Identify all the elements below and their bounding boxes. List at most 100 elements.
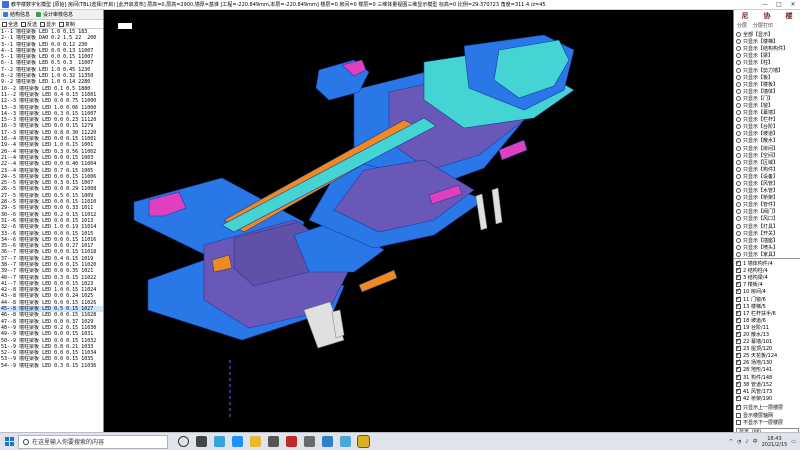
footer-option-2[interactable]: 显示楼层轴网	[736, 412, 799, 420]
filter-option[interactable]: 只显示【阀门】	[736, 208, 799, 215]
notification-icon[interactable]: ▭	[791, 439, 796, 445]
filter-option[interactable]: 只显示【房间】	[736, 145, 799, 152]
tray-chevron-icon[interactable]: ^	[729, 439, 733, 445]
radio-button[interactable]	[736, 181, 741, 187]
start-button[interactable]	[0, 433, 18, 450]
category-option[interactable]: 41 风管/173	[736, 388, 799, 395]
invert-select-button[interactable]: 反选	[21, 21, 37, 28]
building-model[interactable]	[104, 10, 733, 432]
app-icon-4[interactable]	[322, 436, 333, 447]
radio-button[interactable]	[736, 223, 741, 229]
list-item[interactable]: 54--9 墙柱梁板 LED 0.3 0.15 11036	[0, 363, 103, 369]
radio-button[interactable]	[736, 237, 741, 243]
list-item[interactable]: 26--5 墙柱梁板 LED 0.0 0.29 11008	[0, 186, 103, 192]
radio-button[interactable]	[736, 117, 741, 123]
filter-option[interactable]: 只显示【风管】	[736, 180, 799, 187]
list-item[interactable]: 36--7 墙柱梁板 LED 0.0 0.15 11018	[0, 249, 103, 255]
list-item[interactable]: 22--4 墙柱梁板 LED 0.0 0.40 11004	[0, 161, 103, 167]
checkbox[interactable]	[736, 303, 741, 309]
checkbox[interactable]	[736, 310, 741, 316]
filter-option[interactable]: 只显示【桥架】	[736, 194, 799, 201]
close-button[interactable]: ✕	[786, 0, 800, 10]
radio-button[interactable]	[736, 60, 741, 66]
network-icon[interactable]: ◔	[737, 439, 741, 445]
filter-option[interactable]: 只显示【剪力墙】	[736, 66, 799, 74]
header-tab-2[interactable]: 协	[764, 11, 771, 21]
checkbox[interactable]	[736, 295, 741, 302]
radio-button[interactable]	[736, 251, 741, 257]
footer-option-1[interactable]: 只显示上一层楼层	[736, 404, 799, 412]
category-option[interactable]: 2 结构柱/4	[736, 267, 799, 274]
category-option[interactable]: 3 结构梁/4	[736, 274, 799, 281]
radio-button[interactable]	[736, 102, 741, 108]
select-all-button[interactable]: 全选	[2, 21, 18, 28]
radio-button[interactable]	[736, 124, 741, 130]
filter-option[interactable]: 只显示【墙体】	[736, 88, 799, 95]
tab-design-review[interactable]: 设计审核信息	[33, 10, 76, 20]
filter-option[interactable]: 只显示【水管】	[736, 187, 799, 194]
category-option[interactable]: 7 楼板/4	[736, 281, 799, 288]
radio-button[interactable]	[736, 195, 741, 201]
list-item[interactable]: 19--4 墙柱梁板 LED 1.0 0.15 1001	[0, 142, 103, 148]
checkbox[interactable]	[736, 420, 741, 426]
checkbox[interactable]	[736, 345, 741, 352]
radio-button[interactable]	[736, 74, 741, 80]
checkbox[interactable]	[736, 324, 741, 330]
copy-button[interactable]: 复制	[59, 21, 75, 28]
radio-button[interactable]	[736, 88, 741, 94]
checkbox[interactable]	[736, 317, 741, 323]
filter-option[interactable]: 只显示【栏杆】	[736, 116, 799, 123]
radio-button[interactable]	[736, 81, 741, 87]
browser-icon[interactable]	[232, 436, 243, 447]
checkbox[interactable]	[736, 288, 741, 295]
app-icon-1[interactable]	[196, 436, 207, 447]
category-option[interactable]: 25 天花板/124	[736, 352, 799, 359]
active-app-icon[interactable]	[357, 435, 370, 448]
category-option[interactable]: 11 门窗/6	[736, 295, 799, 303]
radio-button[interactable]	[736, 202, 741, 208]
filter-option[interactable]: 只显示【空间】	[736, 152, 799, 159]
radio-button[interactable]	[736, 39, 741, 45]
radio-button[interactable]	[736, 230, 741, 236]
list-item[interactable]: 46--8 墙柱梁板 LED 0.0 0.15 11028	[0, 312, 103, 318]
filter-option[interactable]: 只显示【喷头】	[736, 244, 799, 251]
category-option[interactable]: 17 栏杆扶手/6	[736, 310, 799, 317]
filter-option[interactable]: 只显示【楼板】	[736, 81, 799, 88]
filter-option[interactable]: 只显示【台阶】	[736, 123, 799, 130]
category-option[interactable]: 20 散水/13	[736, 331, 799, 338]
filter-option[interactable]: 只显示【家具】	[736, 251, 799, 257]
filter-option[interactable]: 只显示【开关】	[736, 230, 799, 237]
checkbox[interactable]	[736, 352, 741, 359]
clock[interactable]: 18:43 2021/2/15	[762, 436, 788, 448]
checkbox[interactable]	[736, 412, 741, 418]
radio-button[interactable]	[736, 152, 741, 158]
checkbox[interactable]	[736, 359, 741, 366]
radio-button[interactable]	[736, 209, 741, 215]
radio-button[interactable]	[736, 46, 741, 52]
header-tab-1[interactable]: 尼	[742, 11, 749, 21]
list-item[interactable]: 20--4 墙柱梁板 LED 0.3 0.56 11002	[0, 149, 103, 155]
list-item[interactable]: 49--9 墙柱梁板 LED 0.0 0.15 1031	[0, 331, 103, 337]
filter-option[interactable]: 只显示【插座】	[736, 237, 799, 244]
checkbox[interactable]	[736, 388, 741, 394]
filter-option[interactable]: 只显示【散水】	[736, 137, 799, 144]
task-view-icon[interactable]	[178, 436, 189, 447]
tab-structure-info[interactable]: 结构信息	[0, 10, 33, 20]
filter-option[interactable]: 只显示【区域】	[736, 159, 799, 166]
maximize-button[interactable]: □	[772, 0, 786, 10]
category-option[interactable]: 23 屋顶/120	[736, 345, 799, 352]
list-item[interactable]: 50--9 墙柱梁板 LED 0.0 0.15 11032	[0, 338, 103, 344]
filter-option[interactable]: 只显示【板】	[736, 74, 799, 81]
category-option[interactable]: 38 管道/152	[736, 381, 799, 388]
filter-option[interactable]: 只显示【窗】	[736, 102, 799, 109]
category-option[interactable]: 22 幕墙/101	[736, 338, 799, 345]
list-item[interactable]: 43--8 墙柱梁板 LED 0.0 0.24 1025	[0, 293, 103, 299]
checkbox[interactable]	[736, 274, 741, 281]
list-item[interactable]: 2--1 墙柱梁板 DAO 0.2 1.5 22 200	[0, 35, 103, 41]
radio-button[interactable]	[736, 131, 741, 137]
list-item[interactable]: 12--3 墙柱梁板 LED 0.0 0.75 11000	[0, 98, 103, 104]
category-option[interactable]: 31 构件/148	[736, 374, 799, 381]
input-method-indicator[interactable]: 中	[753, 438, 758, 445]
layer-label[interactable]: 分层	[737, 22, 747, 29]
radio-button[interactable]	[736, 159, 741, 165]
